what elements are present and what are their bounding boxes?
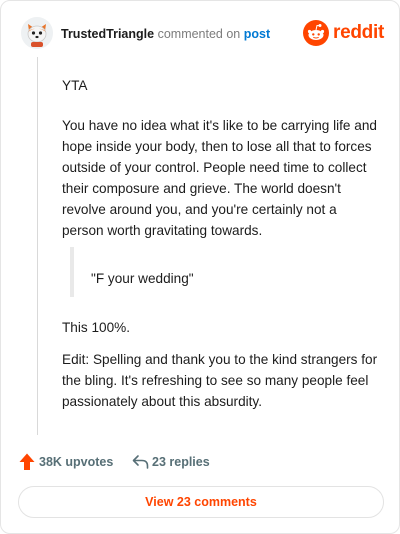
quote-text: "F your wedding" [91,271,194,286]
avatar-fox-icon[interactable] [21,17,53,49]
view-comments-button[interactable]: View 23 comments [18,486,384,518]
comment-paragraph: This 100%. [62,320,131,335]
thread-line[interactable] [37,57,38,435]
comment-meta: TrustedTriangle commented on post [61,26,270,42]
reddit-brand[interactable]: reddit [303,19,384,47]
reply-arrow-icon [132,455,149,469]
comment-paragraph: Edit: Spelling and thank you to the kind… [62,352,378,409]
commented-on-text: commented on [157,27,241,41]
reply-count: 23 replies [152,455,210,469]
reddit-wordmark: reddit [333,22,384,43]
blockquote: "F your wedding" [70,247,370,297]
comment-paragraph: YTA [62,78,88,93]
comment-card: TrustedTriangle commented on post reddit… [0,0,400,534]
post-link[interactable]: post [244,27,270,41]
comment-actions: 38K upvotes 23 replies [19,451,379,473]
author-name[interactable]: TrustedTriangle [61,27,154,41]
upvote-count: 38K upvotes [39,455,114,469]
upvote-arrow-icon [19,453,35,470]
reddit-logo-icon [303,20,329,46]
comment-paragraph: You have no idea what it's like to be ca… [62,118,377,238]
comment-header: TrustedTriangle commented on post reddit [21,17,384,51]
